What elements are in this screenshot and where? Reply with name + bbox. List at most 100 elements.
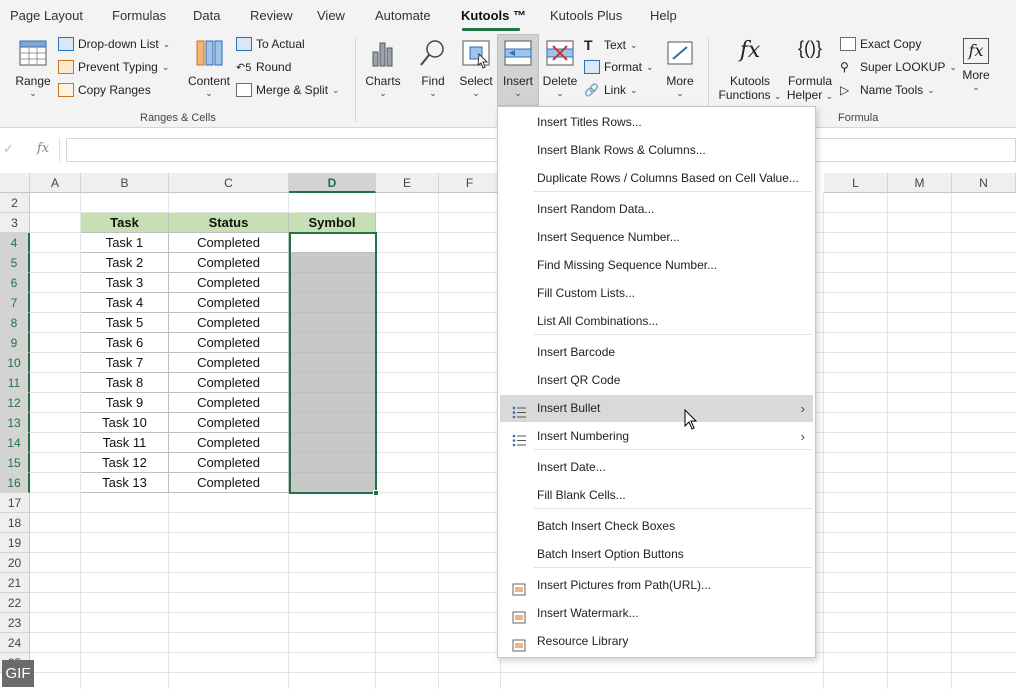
menu-item-duplicate-rows-columns-based-on-cell-value[interactable]: Duplicate Rows / Columns Based on Cell V… <box>500 165 813 192</box>
table-cell[interactable]: Completed <box>169 373 289 393</box>
table-cell[interactable]: Task 13 <box>81 473 169 493</box>
table-cell[interactable] <box>289 353 376 373</box>
row-header-5[interactable]: 5 <box>0 253 30 273</box>
row-header-24[interactable]: 24 <box>0 633 30 653</box>
table-cell[interactable]: Completed <box>169 273 289 293</box>
table-cell[interactable] <box>289 393 376 413</box>
row-header-20[interactable]: 20 <box>0 553 30 573</box>
check-icon[interactable]: ✓ <box>3 141 14 157</box>
tab-view[interactable]: View <box>317 8 345 23</box>
table-cell[interactable] <box>289 273 376 293</box>
column-header-m[interactable]: M <box>888 173 952 193</box>
row-header-19[interactable]: 19 <box>0 533 30 553</box>
row-header-22[interactable]: 22 <box>0 593 30 613</box>
table-cell[interactable]: Completed <box>169 413 289 433</box>
delete-button[interactable]: Delete ⌄ <box>540 38 580 99</box>
menu-item-resource-library[interactable]: Resource Library <box>500 628 813 655</box>
exact-copy-button[interactable]: Exact Copy <box>840 37 921 51</box>
menu-item-insert-barcode[interactable]: Insert Barcode <box>500 339 813 366</box>
tab-help[interactable]: Help <box>650 8 677 23</box>
select-all-corner[interactable] <box>0 173 30 193</box>
tab-data[interactable]: Data <box>193 8 220 23</box>
tab-page-layout[interactable]: Page Layout <box>10 8 83 23</box>
round-button[interactable]: ↶5 Round <box>236 60 291 74</box>
merge-split-button[interactable]: Merge & Split ⌄ <box>236 83 340 97</box>
table-cell[interactable] <box>289 293 376 313</box>
row-header-16[interactable]: 16 <box>0 473 30 493</box>
table-cell[interactable]: Completed <box>169 473 289 493</box>
menu-item-insert-random-data[interactable]: Insert Random Data... <box>500 196 813 223</box>
charts-button[interactable]: Charts ⌄ <box>362 38 404 99</box>
menu-item-insert-watermark[interactable]: Insert Watermark... <box>500 600 813 627</box>
table-cell[interactable]: Task 10 <box>81 413 169 433</box>
table-cell[interactable]: Task 7 <box>81 353 169 373</box>
table-header-cell[interactable]: Task <box>81 213 169 233</box>
name-tools-button[interactable]: ▷ Name Tools ⌄ <box>840 83 935 97</box>
table-cell[interactable] <box>289 313 376 333</box>
table-cell[interactable] <box>289 253 376 273</box>
table-cell[interactable]: Completed <box>169 293 289 313</box>
column-header-l[interactable]: L <box>824 173 888 193</box>
menu-item-insert-date[interactable]: Insert Date... <box>500 454 813 481</box>
table-cell[interactable]: Completed <box>169 233 289 253</box>
table-cell[interactable]: Task 2 <box>81 253 169 273</box>
row-header-13[interactable]: 13 <box>0 413 30 433</box>
menu-item-batch-insert-option-buttons[interactable]: Batch Insert Option Buttons <box>500 541 813 568</box>
menu-item-insert-blank-rows-columns[interactable]: Insert Blank Rows & Columns... <box>500 137 813 164</box>
row-header-10[interactable]: 10 <box>0 353 30 373</box>
row-header-6[interactable]: 6 <box>0 273 30 293</box>
row-header-2[interactable]: 2 <box>0 193 30 213</box>
table-cell[interactable]: Completed <box>169 353 289 373</box>
table-cell[interactable]: Task 6 <box>81 333 169 353</box>
table-cell[interactable] <box>289 373 376 393</box>
menu-item-insert-numbering[interactable]: Insert Numbering › <box>500 423 813 450</box>
fx-icon[interactable]: fx <box>37 141 49 156</box>
tab-kutools-plus[interactable]: Kutools Plus <box>550 8 622 23</box>
column-header-c[interactable]: C <box>169 173 289 193</box>
table-cell[interactable] <box>289 333 376 353</box>
prevent-typing-button[interactable]: Prevent Typing ⌄ <box>58 60 169 74</box>
table-cell[interactable]: Completed <box>169 333 289 353</box>
row-header-3[interactable]: 3 <box>0 213 30 233</box>
row-header-7[interactable]: 7 <box>0 293 30 313</box>
table-header-cell[interactable]: Symbol <box>289 213 376 233</box>
tab-automate[interactable]: Automate <box>375 8 431 23</box>
more-button-2[interactable]: fx More ⌄ <box>956 38 996 93</box>
table-cell[interactable]: Task 11 <box>81 433 169 453</box>
table-cell[interactable]: Task 8 <box>81 373 169 393</box>
fill-handle[interactable] <box>373 490 379 496</box>
table-cell[interactable]: Completed <box>169 393 289 413</box>
row-header-11[interactable]: 11 <box>0 373 30 393</box>
table-cell[interactable]: Task 12 <box>81 453 169 473</box>
table-cell[interactable]: Task 9 <box>81 393 169 413</box>
column-header-f[interactable]: F <box>439 173 501 193</box>
column-header-d[interactable]: D <box>289 173 376 193</box>
table-cell[interactable]: Completed <box>169 313 289 333</box>
table-cell[interactable]: Completed <box>169 433 289 453</box>
tab-review[interactable]: Review <box>250 8 293 23</box>
column-header-b[interactable]: B <box>81 173 169 193</box>
text-button[interactable]: T Text ⌄ <box>584 37 638 53</box>
row-header-21[interactable]: 21 <box>0 573 30 593</box>
row-header-17[interactable]: 17 <box>0 493 30 513</box>
table-cell[interactable] <box>289 233 376 253</box>
more-button-1[interactable]: More ⌄ <box>660 38 700 99</box>
table-cell[interactable]: Completed <box>169 453 289 473</box>
row-header-4[interactable]: 4 <box>0 233 30 253</box>
column-header-n[interactable]: N <box>952 173 1016 193</box>
menu-item-insert-sequence-number[interactable]: Insert Sequence Number... <box>500 224 813 251</box>
table-cell[interactable] <box>289 473 376 493</box>
to-actual-button[interactable]: To Actual <box>236 37 305 51</box>
menu-item-fill-blank-cells[interactable]: Fill Blank Cells... <box>500 482 813 509</box>
drop-down-list-button[interactable]: Drop-down List ⌄ <box>58 37 170 51</box>
super-lookup-button[interactable]: ⚲ Super LOOKUP ⌄ <box>840 60 957 74</box>
insert-button[interactable]: Insert ⌄ <box>498 38 538 99</box>
table-cell[interactable] <box>289 433 376 453</box>
row-header-12[interactable]: 12 <box>0 393 30 413</box>
menu-item-fill-custom-lists[interactable]: Fill Custom Lists... <box>500 280 813 307</box>
range-button[interactable]: Range ⌄ <box>12 38 54 99</box>
row-header-9[interactable]: 9 <box>0 333 30 353</box>
row-header-23[interactable]: 23 <box>0 613 30 633</box>
tab-kutools[interactable]: Kutools ™ <box>461 8 526 23</box>
menu-item-insert-titles-rows[interactable]: Insert Titles Rows... <box>500 109 813 136</box>
